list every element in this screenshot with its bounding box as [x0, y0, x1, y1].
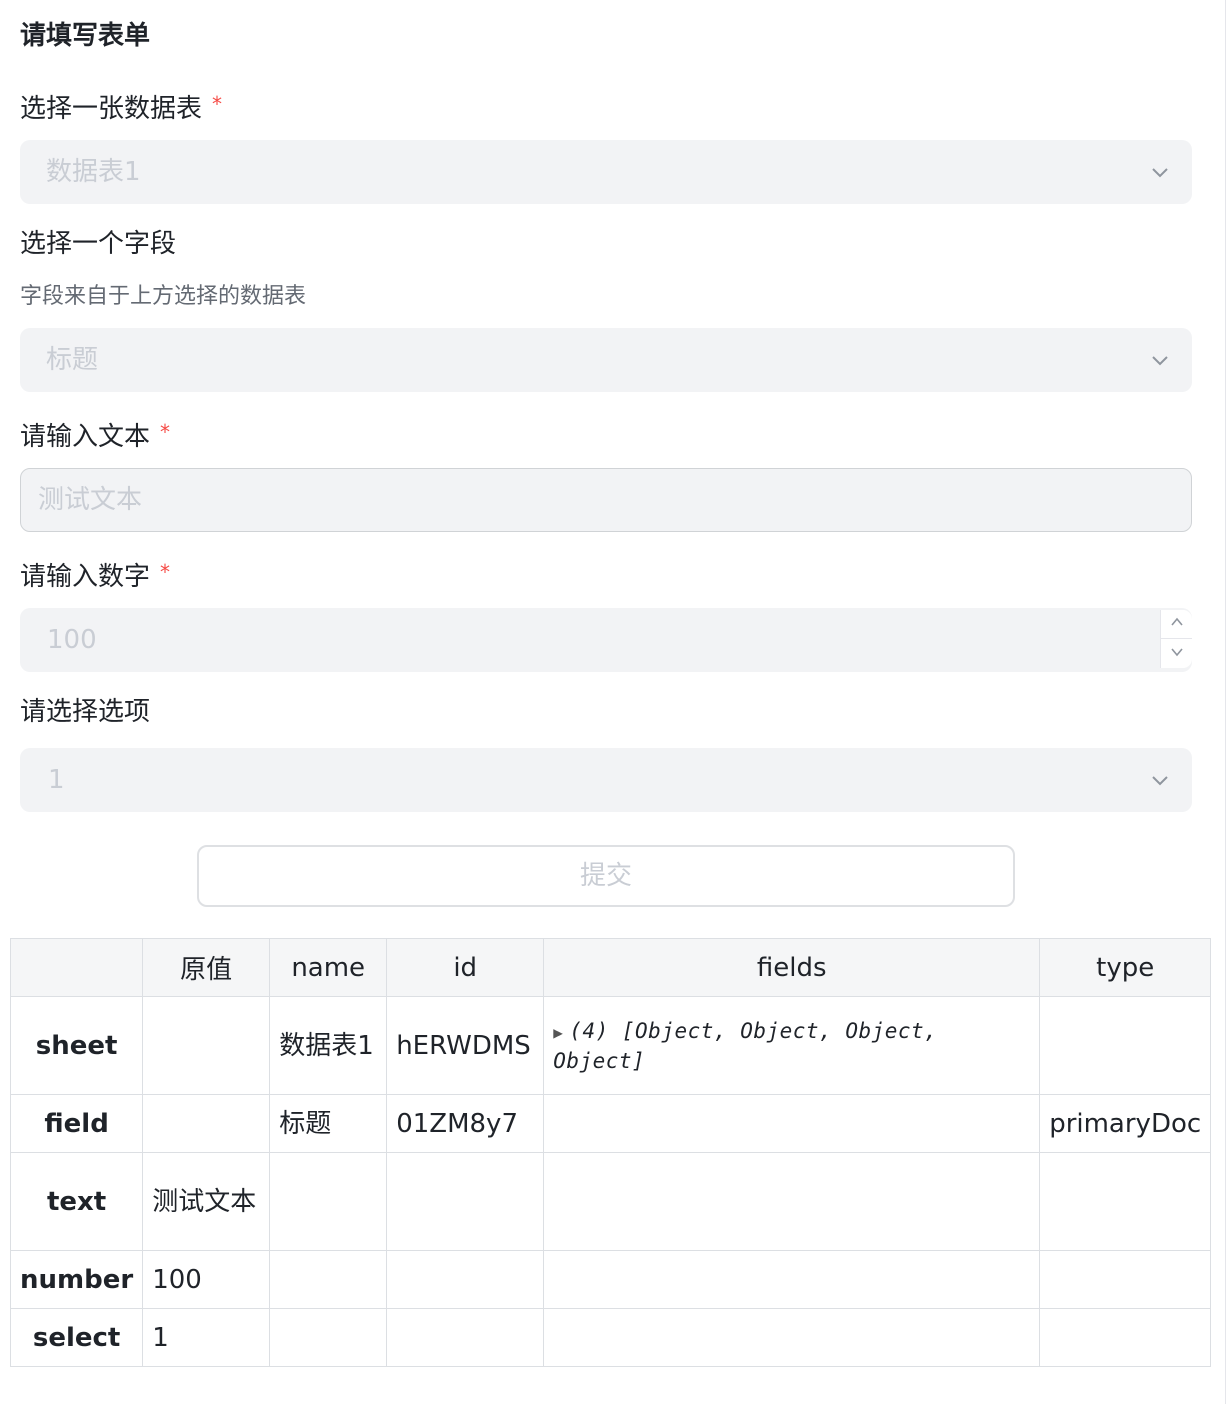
required-mark: * — [160, 560, 171, 584]
field-select[interactable]: 标题 — [20, 328, 1192, 392]
option-select-value: 1 — [48, 765, 65, 795]
row-fields — [543, 1250, 1041, 1309]
submit-button[interactable]: 提交 — [197, 845, 1015, 907]
option-select-label: 请选择选项 — [20, 694, 150, 730]
field-select-label-text: 选择一个字段 — [20, 229, 177, 259]
row-type — [1039, 996, 1212, 1095]
row-id: hERWDMS — [386, 996, 545, 1095]
row-type: primaryDoc — [1039, 1094, 1212, 1153]
number-input[interactable]: 100 — [20, 608, 1192, 672]
number-input-label: 请输入数字 * — [20, 554, 170, 595]
form-panel: 请填写表单 选择一张数据表 * 数据表1 选择一个字段 字段来自于上方选择的数据表… — [0, 0, 1226, 1404]
table-row: field 标题 01ZM8y7 primaryDoc — [9, 1094, 1212, 1153]
increment-button[interactable] — [1161, 610, 1192, 639]
required-mark: * — [160, 420, 171, 444]
field-select-label: 选择一个字段 — [20, 226, 176, 262]
sheet-select-label: 选择一张数据表 * — [20, 86, 222, 127]
row-raw: 1 — [142, 1308, 271, 1367]
table-header-row: 原值 name id fields type — [9, 938, 1212, 997]
option-select-label-text: 请选择选项 — [20, 697, 151, 727]
row-fields — [543, 1308, 1041, 1367]
number-stepper[interactable] — [1160, 610, 1192, 668]
sheet-select-label-text: 选择一张数据表 — [20, 94, 203, 124]
row-fields[interactable]: ▶ (4) [Object, Object, Object, Object] — [543, 996, 1041, 1095]
header-id: id — [386, 938, 545, 997]
row-name — [269, 1152, 388, 1251]
row-id — [386, 1308, 545, 1367]
row-fields — [543, 1152, 1041, 1251]
form-title: 请填写表单 — [20, 21, 151, 51]
chevron-down-icon — [1169, 644, 1185, 664]
table-row: select 1 — [9, 1308, 1212, 1367]
sheet-select[interactable]: 数据表1 — [20, 140, 1192, 204]
expand-triangle-icon[interactable]: ▶ — [553, 1023, 563, 1042]
number-input-label-text: 请输入数字 — [20, 562, 151, 592]
header-type: type — [1039, 938, 1212, 997]
header-fields: fields — [543, 938, 1041, 997]
row-id — [386, 1250, 545, 1309]
row-id: 01ZM8y7 — [386, 1094, 545, 1153]
row-raw: 测试文本 — [142, 1152, 271, 1251]
chevron-down-icon — [1150, 350, 1170, 370]
sheet-select-value: 数据表1 — [46, 157, 141, 187]
row-name: 标题 — [269, 1094, 388, 1153]
table-row: number 100 — [9, 1250, 1212, 1309]
row-type — [1039, 1250, 1212, 1309]
row-fields-value: (4) [Object, Object, Object, Object] — [553, 1018, 938, 1073]
text-input-value: 测试文本 — [38, 485, 143, 515]
row-name — [269, 1308, 388, 1367]
header-key — [9, 938, 144, 997]
table-row: text 测试文本 — [9, 1152, 1212, 1251]
header-raw-value: 原值 — [142, 938, 271, 997]
row-key: text — [9, 1152, 144, 1251]
row-key: number — [9, 1250, 144, 1309]
row-key: select — [9, 1308, 144, 1367]
required-mark: * — [212, 92, 223, 116]
result-table: 原值 name id fields type sheet 数据表1 hERWDM… — [9, 938, 1212, 1367]
row-name: 数据表1 — [269, 996, 388, 1095]
row-key: field — [9, 1094, 144, 1153]
field-select-value: 标题 — [46, 345, 99, 375]
row-type — [1039, 1308, 1212, 1367]
row-key: sheet — [9, 996, 144, 1095]
text-input[interactable]: 测试文本 — [20, 468, 1192, 532]
table-row: sheet 数据表1 hERWDMS ▶ (4) [Object, Object,… — [9, 996, 1212, 1095]
row-raw — [142, 996, 271, 1095]
text-input-label-text: 请输入文本 — [20, 422, 151, 452]
row-id — [386, 1152, 545, 1251]
chevron-up-icon — [1169, 614, 1185, 634]
field-select-description: 字段来自于上方选择的数据表 — [20, 284, 307, 309]
text-input-label: 请输入文本 * — [20, 414, 170, 455]
row-fields — [543, 1094, 1041, 1153]
chevron-down-icon — [1150, 162, 1170, 182]
header-name: name — [269, 938, 388, 997]
chevron-down-icon — [1150, 770, 1170, 790]
row-raw — [142, 1094, 271, 1153]
row-raw: 100 — [142, 1250, 271, 1309]
number-input-value: 100 — [47, 625, 97, 655]
row-name — [269, 1250, 388, 1309]
option-select[interactable]: 1 — [20, 748, 1192, 812]
decrement-button[interactable] — [1161, 639, 1192, 668]
row-type — [1039, 1152, 1212, 1251]
